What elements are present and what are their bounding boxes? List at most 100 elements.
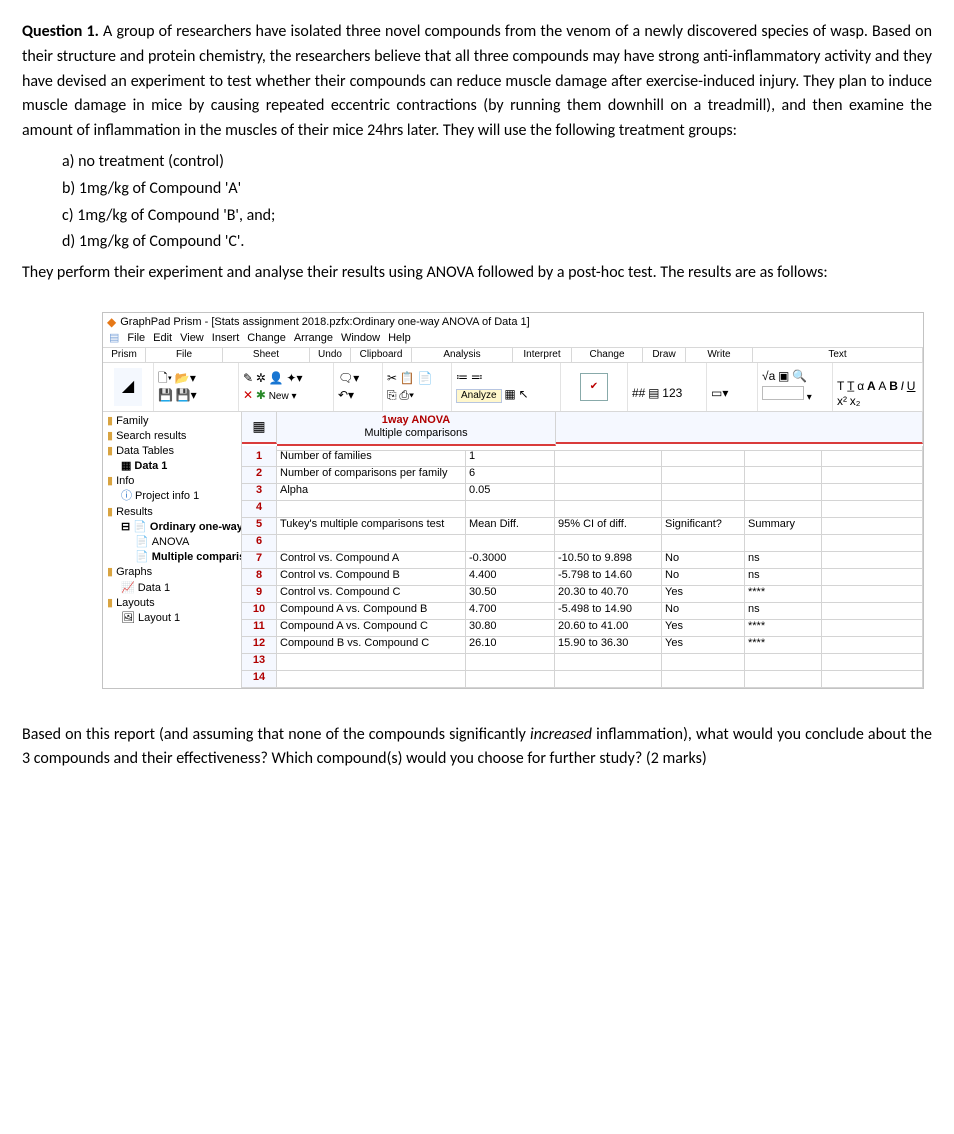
sidebar-family[interactable]: ▮Family [103,414,241,429]
sidebar-graph-data1[interactable]: 📈Data 1 [103,581,241,596]
cell[interactable]: Yes [662,620,745,637]
zoom-icon[interactable]: 🔍 [792,369,807,383]
sidebar-layout1[interactable]: 🖼Layout 1 [103,611,241,626]
cell[interactable] [662,450,745,467]
menu-change[interactable]: Change [247,332,286,345]
draw-sheet-icon[interactable]: ▭▾ [711,386,728,400]
hash-icon[interactable]: ## [632,386,645,400]
row-number[interactable]: 1 [242,450,277,467]
close-sheet-icon[interactable]: ✕ [243,388,253,402]
sidebar-layouts[interactable]: ▮Layouts [103,596,241,611]
cell[interactable] [822,535,923,552]
cell[interactable] [466,535,555,552]
sidebar-project-info[interactable]: ⓘProject info 1 [103,489,241,504]
cell[interactable] [745,484,822,501]
grid-corner-icon[interactable]: ▦ [242,412,277,444]
cell[interactable]: 1 [466,450,555,467]
cursor-icon[interactable]: ↖ [518,387,528,401]
clone2-icon[interactable]: ⎙▾ [399,388,414,402]
textedit-icon[interactable]: T̲ [847,379,854,393]
bigA-icon[interactable]: A [867,379,876,393]
cell[interactable]: 4.400 [466,569,555,586]
cell[interactable]: 20.60 to 41.00 [555,620,662,637]
cell[interactable] [466,501,555,518]
cell[interactable]: **** [745,586,822,603]
cell[interactable]: Alpha [277,484,466,501]
cell[interactable] [822,467,923,484]
cell[interactable]: Control vs. Compound C [277,586,466,603]
cell[interactable] [745,671,822,688]
font-select[interactable] [762,386,804,400]
analyze-button[interactable]: Analyze [456,389,502,403]
row-number[interactable]: 6 [242,535,277,552]
cell[interactable] [822,569,923,586]
cell[interactable]: 0.05 [466,484,555,501]
prism-logo-icon[interactable]: ◢ [114,368,142,406]
cell[interactable]: 15.90 to 36.30 [555,637,662,654]
cell[interactable] [822,450,923,467]
cell[interactable]: Control vs. Compound B [277,569,466,586]
underline-icon[interactable]: U [907,379,916,393]
cell[interactable]: Control vs. Compound A [277,552,466,569]
clone-icon[interactable]: ⎘ [387,388,397,402]
row-number[interactable]: 13 [242,654,277,671]
num-123-icon[interactable]: 123 [662,386,682,400]
cell[interactable] [745,450,822,467]
cell[interactable]: -5.798 to 14.60 [555,569,662,586]
row-number[interactable]: 3 [242,484,277,501]
superscript-icon[interactable]: x² [837,394,847,408]
row-number[interactable]: 14 [242,671,277,688]
cell[interactable]: No [662,552,745,569]
cut-icon[interactable]: ✂ [387,371,397,385]
paste-icon[interactable]: 📄 [418,371,433,385]
cell[interactable] [662,654,745,671]
menu-insert[interactable]: Insert [212,332,240,345]
cell[interactable]: Mean Diff. [466,518,555,535]
cell[interactable] [745,501,822,518]
cell[interactable] [277,654,466,671]
font-dropdown-icon[interactable]: ▾ [807,392,812,403]
grid-results-icon[interactable]: ▦ [504,387,515,401]
gear-icon[interactable]: ✲ [256,371,266,385]
notepad-icon[interactable]: ▣ [778,369,789,383]
cell[interactable] [466,654,555,671]
cell[interactable]: No [662,569,745,586]
row-number[interactable]: 10 [242,603,277,620]
menu-view[interactable]: View [180,332,204,345]
sidebar-info[interactable]: ▮Info [103,474,241,489]
cell[interactable]: Significant? [662,518,745,535]
speechbubble-icon[interactable]: 🗨▾ [338,371,359,385]
menu-window[interactable]: Window [341,332,380,345]
sidebar-datatables[interactable]: ▮Data Tables [103,444,241,459]
cell[interactable]: 20.30 to 40.70 [555,586,662,603]
sidebar-graphs[interactable]: ▮Graphs [103,565,241,580]
cell[interactable] [555,467,662,484]
italic-icon[interactable]: I [901,379,904,393]
cell[interactable] [822,620,923,637]
cell[interactable]: No [662,603,745,620]
cell[interactable]: Compound B vs. Compound C [277,637,466,654]
cell[interactable]: **** [745,620,822,637]
row-number[interactable]: 7 [242,552,277,569]
row-number[interactable]: 5 [242,518,277,535]
user-icon[interactable]: 👤 [269,371,284,385]
cell[interactable]: 26.10 [466,637,555,654]
sidebar-anova[interactable]: 📄ANOVA [103,535,241,550]
cell[interactable]: ns [745,569,822,586]
cell[interactable]: Yes [662,637,745,654]
fx-left-icon[interactable]: ≔ [456,370,468,384]
cell[interactable]: Number of comparisons per family [277,467,466,484]
menu-arrange[interactable]: Arrange [294,332,333,345]
new-sheet-button[interactable]: New ▾ [269,391,297,402]
cell[interactable]: 4.700 [466,603,555,620]
tree-expand-icon[interactable]: ⊟ [121,521,130,534]
menu-help[interactable]: Help [388,332,411,345]
cell[interactable] [662,535,745,552]
cell[interactable] [822,671,923,688]
cell[interactable] [822,637,923,654]
wand-icon[interactable]: ✦▾ [286,371,302,385]
layers-icon[interactable]: ▤ [648,386,659,400]
menu-edit[interactable]: Edit [153,332,172,345]
cell[interactable] [822,484,923,501]
cell[interactable] [822,603,923,620]
